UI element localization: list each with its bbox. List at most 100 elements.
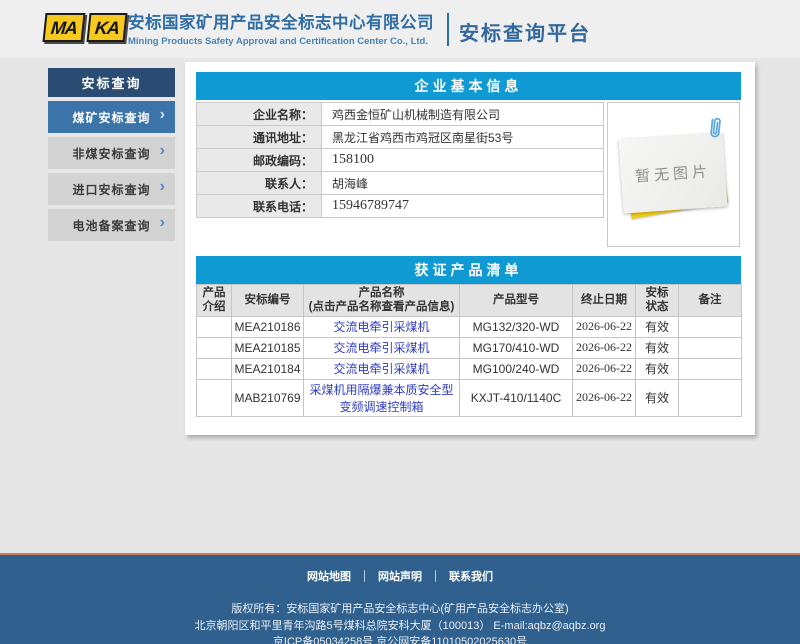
product-name-link[interactable]: 交流电牵引采煤机 <box>333 362 429 376</box>
cell-note <box>679 379 742 416</box>
col-end-date: 终止日期 <box>573 285 636 317</box>
footer-link-sitemap[interactable]: 网站地图 <box>307 571 351 583</box>
table-row: 联系电话： 15946789747 <box>196 195 604 218</box>
footer-links: 网站地图 ｜ 网站声明 ｜ 联系我们 <box>0 568 800 584</box>
cell-intro <box>197 316 232 337</box>
footer-icp: 京ICP备05034258号 京公网安备11010502025630号 <box>0 634 800 644</box>
cell-cert-number: MAB210769 <box>232 379 304 416</box>
cell-cert-number: MEA210185 <box>232 337 304 358</box>
chevron-right-icon: › <box>160 107 166 123</box>
org-title-block: 安标国家矿用产品安全标志中心有限公司 Mining Products Safet… <box>128 9 434 47</box>
cell-intro <box>197 379 232 416</box>
products-table: 产品 介绍 安标编号 产品名称 (点击产品名称查看产品信息) 产品型号 终止日期… <box>196 284 742 417</box>
org-title: 安标国家矿用产品安全标志中心有限公司 <box>128 9 434 33</box>
cell-status: 有效 <box>636 358 679 379</box>
main-panel: 企业基本信息 企业名称： 鸡西金恒矿山机械制造有限公司 通讯地址： 黑龙江省鸡西… <box>185 62 755 435</box>
cell-note <box>679 358 742 379</box>
logo-block-ka: KA <box>86 13 127 42</box>
products-section: 获证产品清单 产品 介绍 安标编号 产品名称 (点击产品名称查看产品信息) 产品… <box>196 256 741 417</box>
header-divider <box>447 13 449 46</box>
sidebar-item-label: 电池备案查询 <box>72 217 150 234</box>
table-row: MEA210185 交流电牵引采煤机 MG170/410-WD 2026-06-… <box>197 337 742 358</box>
cell-model: MG132/320-WD <box>460 316 573 337</box>
cell-model: MG100/240-WD <box>460 358 573 379</box>
product-name-link[interactable]: 采煤机用隔爆兼本质安全型变频调速控制箱 <box>309 383 453 414</box>
org-subtitle: Mining Products Safety Approval and Cert… <box>128 36 434 47</box>
company-name-label: 企业名称： <box>197 103 322 125</box>
product-name-link[interactable]: 交流电牵引采煤机 <box>333 341 429 355</box>
cell-end-date: 2026-06-22 <box>573 316 636 337</box>
enterprise-section: 企业基本信息 企业名称： 鸡西金恒矿山机械制造有限公司 通讯地址： 黑龙江省鸡西… <box>196 72 741 248</box>
cell-end-date: 2026-06-22 <box>573 358 636 379</box>
col-product-name: 产品名称 (点击产品名称查看产品信息) <box>304 285 460 317</box>
postal-code-value: 158100 <box>322 149 603 171</box>
logo-block-ma: MA <box>42 13 85 42</box>
table-row: 邮政编码： 158100 <box>196 149 604 172</box>
company-name-value: 鸡西金恒矿山机械制造有限公司 <box>322 103 603 125</box>
footer: 网站地图 ｜ 网站声明 ｜ 联系我们 版权所有：安标国家矿用产品安全标志中心(矿用产品安… <box>0 553 800 644</box>
cell-end-date: 2026-06-22 <box>573 337 636 358</box>
paperclip-icon <box>706 114 723 141</box>
sidebar-item-label: 煤矿安标查询 <box>72 109 150 126</box>
cell-product-name: 交流电牵引采煤机 <box>304 358 460 379</box>
cell-product-name: 交流电牵引采煤机 <box>304 316 460 337</box>
contact-person-label: 联系人： <box>197 172 322 194</box>
col-product-model: 产品型号 <box>460 285 573 317</box>
footer-link-statement[interactable]: 网站声明 <box>378 571 422 583</box>
sidebar-item-label: 非煤安标查询 <box>72 145 150 162</box>
chevron-right-icon: › <box>160 143 166 159</box>
table-row: MAB210769 采煤机用隔爆兼本质安全型变频调速控制箱 KXJT-410/1… <box>197 379 742 416</box>
sidebar-item-coal-query[interactable]: 煤矿安标查询 › <box>48 101 175 133</box>
table-row: MEA210186 交流电牵引采煤机 MG132/320-WD 2026-06-… <box>197 316 742 337</box>
table-row: 联系人： 胡海峰 <box>196 172 604 195</box>
cell-status: 有效 <box>636 316 679 337</box>
col-note: 备注 <box>679 285 742 317</box>
col-product-intro: 产品 介绍 <box>197 285 232 317</box>
table-row: 企业名称： 鸡西金恒矿山机械制造有限公司 <box>196 103 604 126</box>
footer-link-contact[interactable]: 联系我们 <box>449 571 493 583</box>
cell-note <box>679 337 742 358</box>
sidebar-header: 安标查询 <box>48 68 175 97</box>
sidebar-item-noncoal-query[interactable]: 非煤安标查询 › <box>48 137 175 169</box>
footer-link-separator: ｜ <box>430 571 441 583</box>
company-photo-placeholder: 暂无图片 <box>607 102 740 247</box>
cell-model: KXJT-410/1140C <box>460 379 573 416</box>
platform-title: 安标查询平台 <box>459 17 591 46</box>
phone-label: 联系电话： <box>197 195 322 217</box>
cell-note <box>679 316 742 337</box>
sidebar-item-label: 进口安标查询 <box>72 181 150 198</box>
products-section-title: 获证产品清单 <box>196 256 741 284</box>
enterprise-table: 企业名称： 鸡西金恒矿山机械制造有限公司 通讯地址： 黑龙江省鸡西市鸡冠区南星街… <box>196 102 604 218</box>
phone-value: 15946789747 <box>322 195 603 217</box>
table-row: 通讯地址： 黑龙江省鸡西市鸡冠区南星街53号 <box>196 126 604 149</box>
chevron-right-icon: › <box>160 179 166 195</box>
sidebar: 安标查询 煤矿安标查询 › 非煤安标查询 › 进口安标查询 › 电池备案查询 › <box>48 68 175 241</box>
cell-model: MG170/410-WD <box>460 337 573 358</box>
product-name-link[interactable]: 交流电牵引采煤机 <box>333 320 429 334</box>
postal-code-label: 邮政编码： <box>197 149 322 171</box>
cell-status: 有效 <box>636 337 679 358</box>
sidebar-item-import-query[interactable]: 进口安标查询 › <box>48 173 175 205</box>
enterprise-content: 企业名称： 鸡西金恒矿山机械制造有限公司 通讯地址： 黑龙江省鸡西市鸡冠区南星街… <box>196 102 741 248</box>
table-row: MEA210184 交流电牵引采煤机 MG100/240-WD 2026-06-… <box>197 358 742 379</box>
sidebar-item-battery-query[interactable]: 电池备案查询 › <box>48 209 175 241</box>
cell-product-name: 采煤机用隔爆兼本质安全型变频调速控制箱 <box>304 379 460 416</box>
cell-cert-number: MEA210186 <box>232 316 304 337</box>
address-label: 通讯地址： <box>197 126 322 148</box>
cell-intro <box>197 337 232 358</box>
address-value: 黑龙江省鸡西市鸡冠区南星街53号 <box>322 126 603 148</box>
footer-link-separator: ｜ <box>359 571 370 583</box>
maka-logo[interactable]: MA KA <box>44 13 126 42</box>
no-image-note: 暂无图片 <box>619 132 728 213</box>
table-header-row: 产品 介绍 安标编号 产品名称 (点击产品名称查看产品信息) 产品型号 终止日期… <box>197 285 742 317</box>
cell-end-date: 2026-06-22 <box>573 379 636 416</box>
cell-product-name: 交流电牵引采煤机 <box>304 337 460 358</box>
contact-person-value: 胡海峰 <box>322 172 603 194</box>
cell-status: 有效 <box>636 379 679 416</box>
enterprise-section-title: 企业基本信息 <box>196 72 741 100</box>
footer-copyright: 版权所有：安标国家矿用产品安全标志中心(矿用产品安全标志办公室) <box>0 601 800 618</box>
chevron-right-icon: › <box>160 215 166 231</box>
page-root: MA KA 安标国家矿用产品安全标志中心有限公司 Mining Products… <box>0 0 800 644</box>
col-cert-status: 安标 状态 <box>636 285 679 317</box>
cell-cert-number: MEA210184 <box>232 358 304 379</box>
